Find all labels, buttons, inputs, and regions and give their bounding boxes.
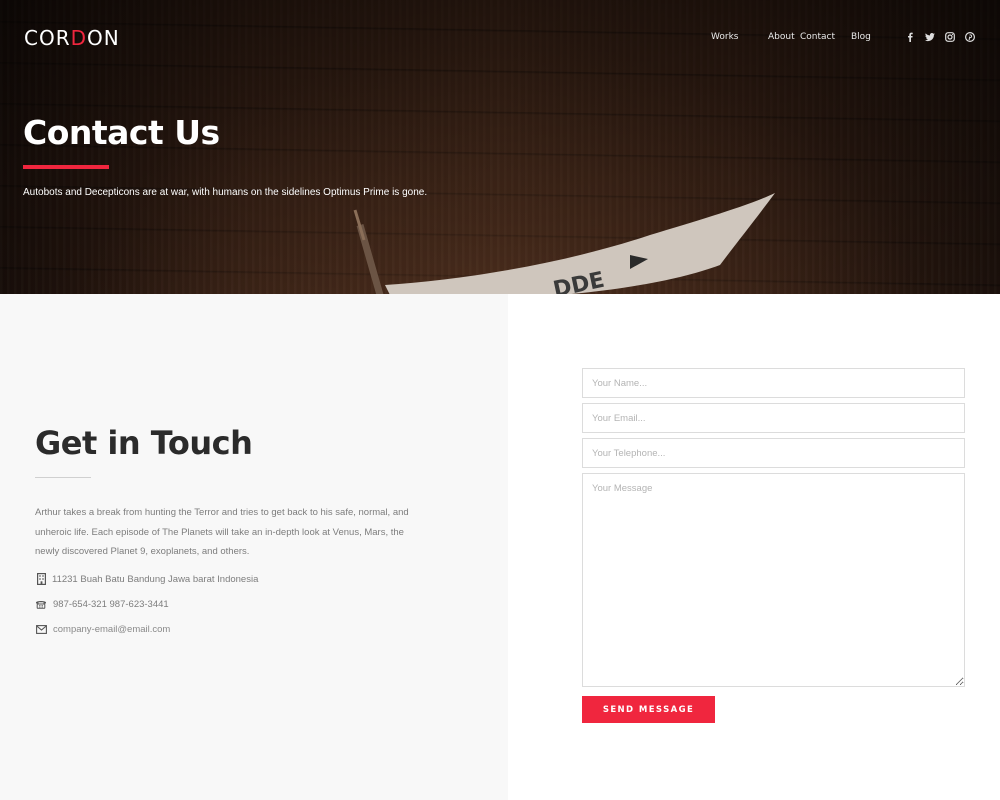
phone-icon: [35, 598, 47, 610]
email-link[interactable]: company-email@email.com: [53, 624, 170, 635]
title-underline: [23, 165, 109, 169]
nav-item-works[interactable]: Works: [711, 32, 768, 42]
phone-row: 987-654-321 987-623-3441: [35, 598, 169, 610]
address-row: 11231 Buah Batu Bandung Jawa barat Indon…: [35, 573, 258, 585]
nav-item-about[interactable]: About: [768, 32, 800, 42]
contact-section-title: Get in Touch: [35, 424, 253, 462]
contact-description: Arthur takes a break from hunting the Te…: [35, 507, 409, 557]
twitter-icon[interactable]: [924, 31, 935, 43]
nav-item-contact[interactable]: Contact: [800, 32, 851, 42]
hero-subtitle: Autobots and Decepticons are at war, wit…: [23, 187, 428, 198]
logo-text-accent: D: [70, 26, 88, 50]
logo-text-end: ON: [87, 26, 120, 50]
message-textarea[interactable]: [582, 473, 965, 687]
main-nav: Works About Contact Blog: [711, 32, 881, 42]
instagram-icon[interactable]: [944, 31, 955, 43]
building-icon: [35, 573, 47, 585]
pinterest-icon[interactable]: [964, 31, 975, 43]
email-input[interactable]: [582, 403, 965, 433]
telephone-input[interactable]: [582, 438, 965, 468]
email-row: company-email@email.com: [35, 623, 170, 635]
social-links: [904, 31, 975, 43]
envelope-icon: [35, 623, 47, 635]
send-message-button[interactable]: SEND MESSAGE: [582, 696, 715, 723]
logo-text-start: COR: [24, 26, 71, 50]
nav-item-blog[interactable]: Blog: [851, 32, 881, 42]
section-divider: [35, 477, 91, 478]
logo[interactable]: COR D ON: [24, 26, 120, 50]
address-text: 11231 Buah Batu Bandung Jawa barat Indon…: [52, 573, 259, 585]
phone-text: 987-654-321 987-623-3441: [53, 598, 169, 610]
facebook-icon[interactable]: [904, 31, 915, 43]
pennant-flag-image: DDE: [353, 193, 775, 294]
page-title: Contact Us: [23, 113, 220, 152]
name-input[interactable]: [582, 368, 965, 398]
